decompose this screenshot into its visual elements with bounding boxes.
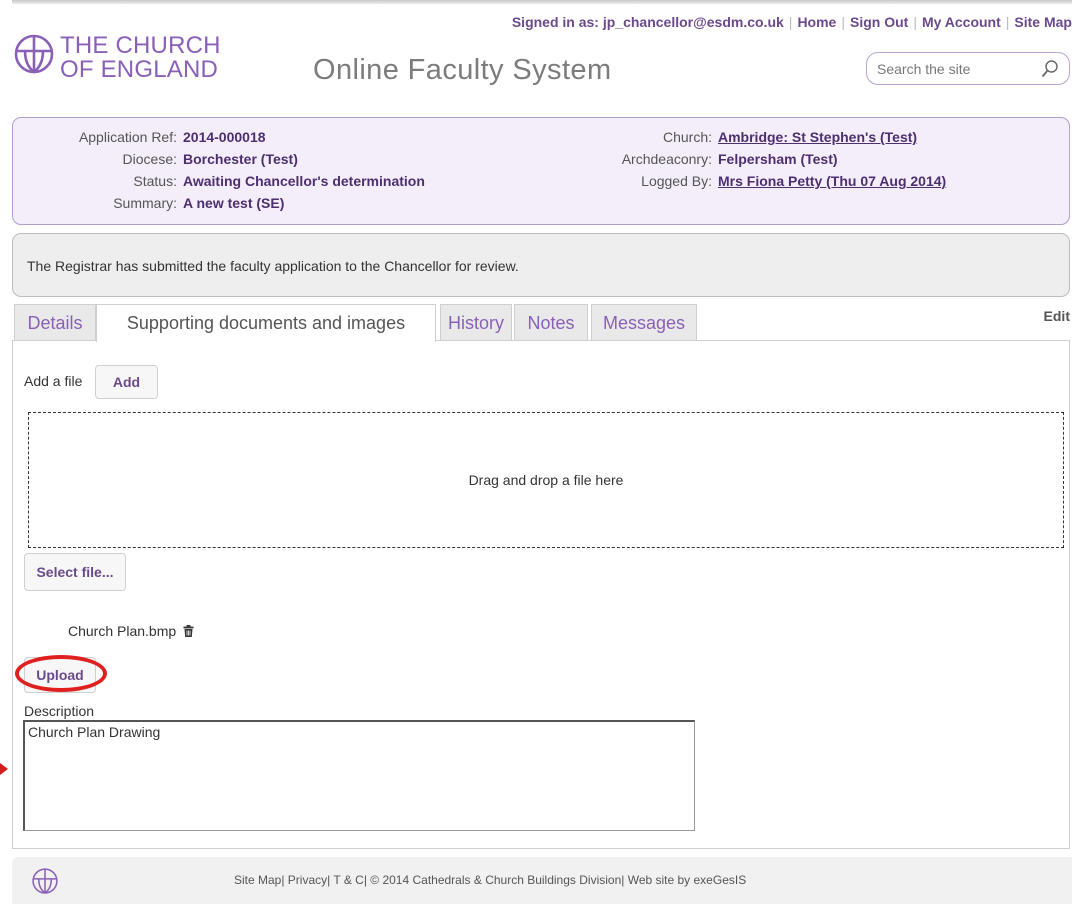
select-file-button[interactable]: Select file... (24, 553, 126, 591)
church-link[interactable]: Ambridge: St Stephen's (Test) (718, 129, 917, 145)
description-label: Description (24, 703, 95, 719)
search-input[interactable] (877, 59, 1027, 79)
logo-line-2: OF ENGLAND (60, 56, 219, 83)
description-field[interactable] (23, 720, 695, 831)
search-icon[interactable] (1041, 59, 1059, 79)
home-link[interactable]: Home (797, 14, 836, 30)
tab-supporting-documents[interactable]: Supporting documents and images (96, 304, 436, 342)
edit-link[interactable]: Edit (1044, 308, 1070, 324)
status-notice: The Registrar has submitted the faculty … (12, 233, 1070, 297)
trash-icon[interactable] (183, 625, 194, 637)
tab-history[interactable]: History (440, 304, 512, 341)
my-account-link[interactable]: My Account (922, 14, 1001, 30)
file-name: Church Plan.bmp (68, 623, 177, 639)
annotation-arrow (0, 763, 8, 775)
status-row: Status: Awaiting Chancellor's determinati… (133, 173, 425, 189)
signed-in-text: Signed in as: jp_chancellor@esdm.co.uk (511, 14, 784, 30)
footer-links[interactable]: Site Map| Privacy| T & C| © 2014 Cathedr… (234, 873, 746, 887)
logo-line-1: THE CHURCH (60, 32, 221, 59)
tab-notes[interactable]: Notes (514, 304, 588, 341)
application-ref-value: 2014-000018 (183, 129, 266, 145)
application-ref-row: Application Ref: 2014-000018 (78, 129, 266, 145)
church-of-england-logo[interactable]: THE CHURCH OF ENGLAND (14, 34, 221, 82)
logged-by-link[interactable]: Mrs Fiona Petty (Thu 07 Aug 2014) (718, 173, 946, 189)
tab-details[interactable]: Details (14, 304, 96, 341)
selected-file: Church Plan.bmp (68, 623, 194, 639)
church-row: Church: Ambridge: St Stephen's (Test) (662, 129, 918, 145)
footer: Site Map| Privacy| T & C| © 2014 Cathedr… (12, 857, 1072, 904)
sign-out-link[interactable]: Sign Out (850, 14, 908, 30)
logged-by-row: Logged By: Mrs Fiona Petty (Thu 07 Aug 20… (641, 173, 947, 189)
tab-messages[interactable]: Messages (591, 304, 697, 341)
file-drop-zone[interactable]: Drag and drop a file here (28, 412, 1064, 548)
diocese-row: Diocese: Borchester (Test) (122, 151, 298, 167)
site-map-link[interactable]: Site Map (1014, 14, 1072, 30)
summary-row: Summary: A new test (SE) (113, 195, 285, 211)
church-logo-icon (32, 868, 58, 894)
summary-value: A new test (SE) (183, 195, 285, 211)
site-search (866, 52, 1070, 85)
archdeaconry-row: Archdeaconry: Felpersham (Test) (621, 151, 838, 167)
top-links: Signed in as: jp_chancellor@esdm.co.uk | H… (511, 14, 1072, 30)
upload-button[interactable]: Upload (24, 657, 96, 693)
add-file-label: Add a file (24, 373, 83, 389)
status-value: Awaiting Chancellor's determination (183, 173, 425, 189)
church-logo-icon (14, 34, 54, 74)
add-file-button[interactable]: Add (95, 365, 158, 399)
diocese-value: Borchester (Test) (183, 151, 298, 167)
site-title: Online Faculty System (313, 54, 612, 86)
top-rule (12, 0, 1072, 4)
application-summary: Application Ref: 2014-000018 Diocese: Borc… (12, 117, 1070, 225)
archdeaconry-value: Felpersham (Test) (718, 151, 838, 167)
